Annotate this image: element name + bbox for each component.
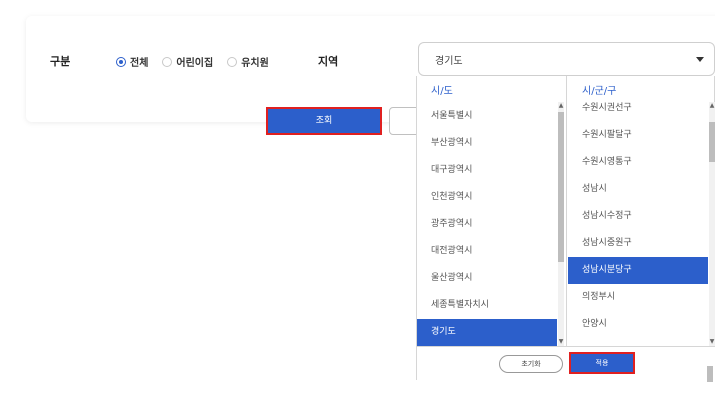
province-item-selected[interactable]: 경기도 <box>417 319 557 346</box>
reset-button[interactable]: 초기화 <box>499 355 563 373</box>
province-item[interactable]: 인천광역시 <box>417 184 557 211</box>
province-item[interactable]: 대전광역시 <box>417 238 557 265</box>
scroll-down-icon[interactable]: ▼ <box>709 338 715 346</box>
province-item[interactable]: 세종특별자치시 <box>417 292 557 319</box>
district-scrollbar[interactable]: ▲ ▼ <box>709 102 715 346</box>
radio-kindergarten[interactable]: 유치원 <box>227 54 269 69</box>
radio-daycare-dot[interactable] <box>162 56 173 67</box>
district-item[interactable]: 성남시 <box>568 176 708 203</box>
apply-button[interactable]: 적용 <box>569 352 635 374</box>
province-scrollbar[interactable]: ▲ ▼ <box>558 102 564 346</box>
district-item[interactable]: 안양시 <box>568 311 708 338</box>
chevron-down-icon[interactable] <box>696 57 704 62</box>
province-list-header: 시/도 <box>431 86 453 97</box>
radio-daycare-label: 어린이집 <box>176 58 214 69</box>
region-select-value: 경기도 <box>435 56 463 67</box>
district-item[interactable]: 수원시영통구 <box>568 149 708 176</box>
radio-daycare[interactable]: 어린이집 <box>162 54 213 69</box>
radio-all[interactable]: 전체 <box>116 54 148 69</box>
dropdown-footer: 초기화 적용 <box>417 346 715 380</box>
province-item[interactable]: 대구광역시 <box>417 157 557 184</box>
district-item[interactable]: 의정부시 <box>568 284 708 311</box>
scroll-up-icon[interactable]: ▲ <box>558 102 564 110</box>
region-dropdown-panel: 시/도 서울특별시 부산광역시 대구광역시 인천광역시 광주광역시 대전광역시 … <box>416 76 715 380</box>
province-item[interactable]: 광주광역시 <box>417 211 557 238</box>
province-scroll-thumb[interactable] <box>558 112 564 262</box>
page: 구분 전체 어린이집 유치원 지역 경기도 조회 시/도 서울특별시 부산광역시… <box>0 0 715 405</box>
district-item[interactable]: 성남시수정구 <box>568 203 708 230</box>
province-list: 시/도 서울특별시 부산광역시 대구광역시 인천광역시 광주광역시 대전광역시 … <box>417 76 567 346</box>
district-item[interactable]: 성남시중원구 <box>568 230 708 257</box>
search-button[interactable]: 조회 <box>266 107 382 135</box>
page-scrollbar-thumb[interactable] <box>707 366 713 382</box>
scroll-up-icon[interactable]: ▲ <box>709 102 715 110</box>
category-label: 구분 <box>50 55 71 68</box>
radio-kindergarten-label: 유치원 <box>241 58 269 69</box>
district-scroll-thumb[interactable] <box>709 122 715 162</box>
province-item[interactable]: 서울특별시 <box>417 103 557 130</box>
category-radio-group: 전체 어린이집 유치원 <box>116 54 269 69</box>
province-item[interactable]: 울산광역시 <box>417 265 557 292</box>
radio-all-label: 전체 <box>130 58 149 69</box>
province-item[interactable]: 부산광역시 <box>417 130 557 157</box>
radio-all-dot[interactable] <box>116 56 126 67</box>
region-select[interactable]: 경기도 <box>418 42 715 76</box>
scroll-down-icon[interactable]: ▼ <box>558 338 564 346</box>
region-label: 지역 <box>318 55 339 68</box>
district-item[interactable]: 수원시권선구 <box>568 95 708 122</box>
district-list: 시/군/구 수원시권선구 수원시팔달구 수원시영통구 성남시 성남시수정구 성남… <box>568 76 715 346</box>
district-item-selected[interactable]: 성남시분당구 <box>568 257 708 284</box>
district-item[interactable]: 수원시팔달구 <box>568 122 708 149</box>
radio-kindergarten-dot[interactable] <box>227 56 238 67</box>
